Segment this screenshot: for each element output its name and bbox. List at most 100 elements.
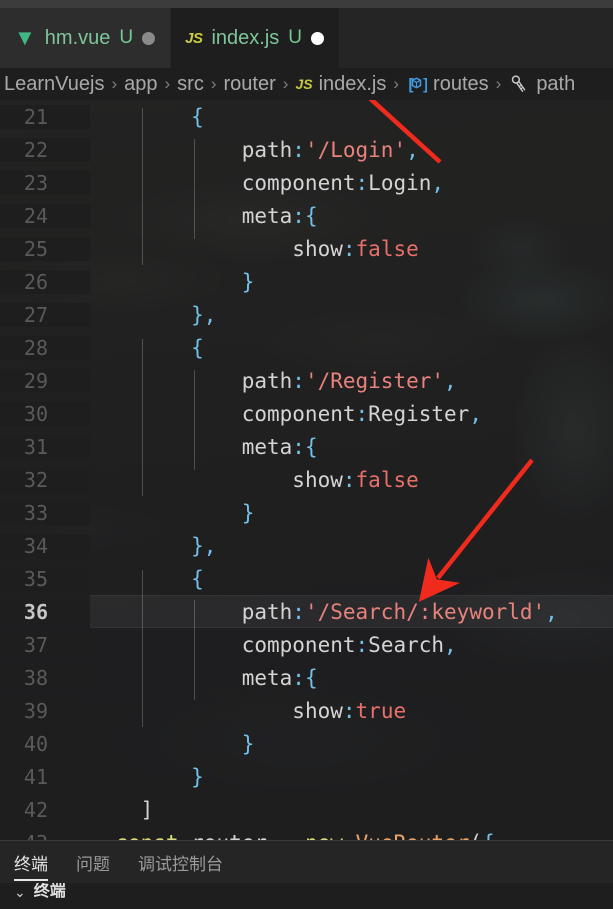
code-line[interactable]: 40 } — [0, 727, 613, 760]
code-token: ( — [469, 831, 482, 841]
code-text: { — [90, 336, 204, 360]
breadcrumb-item-label: path — [536, 72, 576, 95]
code-token: new — [305, 831, 343, 841]
code-text: ] — [90, 797, 154, 822]
code-token: meta — [241, 203, 293, 228]
breadcrumb-item-routes[interactable]: [ ] routes — [406, 73, 489, 96]
code-line[interactable]: 37 component:Search, — [0, 628, 613, 661]
chevron-down-icon[interactable]: ⌄ — [14, 884, 26, 901]
code-line[interactable]: 33 } — [0, 496, 613, 529]
tab-bar-empty-area — [340, 8, 613, 68]
code-line[interactable]: 30 component:Register, — [0, 397, 613, 430]
breadcrumb-item-index-js[interactable]: JS index.js — [295, 73, 386, 96]
code-token: Search — [368, 632, 445, 657]
code-token: , — [444, 368, 457, 393]
code-line[interactable]: 29 path:'/Register', — [0, 364, 613, 397]
line-number: 38 — [0, 665, 90, 690]
code-line[interactable]: 21 { — [0, 100, 613, 133]
code-token: component — [241, 401, 356, 426]
code-token: ] — [140, 797, 154, 822]
code-line[interactable]: 31 meta:{ — [0, 430, 613, 463]
code-line[interactable]: 39 show:true — [0, 694, 613, 727]
breadcrumb-separator-icon: › — [282, 74, 289, 93]
code-token: path — [241, 599, 293, 624]
svg-text:[: [ — [406, 75, 416, 94]
code-token: : — [355, 401, 369, 426]
js-file-icon: JS — [295, 76, 313, 92]
tab-hm-vue[interactable]: ▼ hm.vue U — [0, 8, 172, 68]
code-line[interactable]: 35 { — [0, 562, 613, 595]
panel-tab-problems[interactable]: 问题 — [76, 841, 110, 883]
code-line[interactable]: 24 meta:{ — [0, 199, 613, 232]
tab-unsaved-dot[interactable] — [142, 31, 156, 45]
panel-tab-terminal[interactable]: 终端 — [14, 841, 48, 883]
code-line[interactable]: 32 show:false — [0, 463, 613, 496]
code-token: : — [292, 137, 305, 162]
code-line[interactable]: 43 const router = new VueRouter({ — [0, 826, 613, 840]
line-number: 41 — [0, 764, 90, 789]
code-editor[interactable]: 21 {22 path:'/Login', 23 component:Login,… — [0, 100, 613, 840]
line-number: 34 — [0, 533, 90, 558]
code-token: : — [342, 698, 356, 723]
code-token: const — [115, 831, 178, 841]
panel-tab-debug-console[interactable]: 调试控制台 — [138, 841, 223, 883]
code-line[interactable]: 23 component:Login, — [0, 166, 613, 199]
breadcrumb-item-src[interactable]: src — [177, 73, 204, 96]
code-text: component:Login, — [90, 171, 444, 195]
code-token: } — [241, 731, 255, 756]
terminal-content[interactable]: ⌄ 终端 — [0, 883, 613, 901]
code-line[interactable]: 26 } — [0, 265, 613, 298]
breadcrumb-separator-icon: › — [164, 74, 171, 93]
breadcrumb-separator-icon: › — [393, 74, 400, 93]
code-text: path:'/Register', — [90, 369, 457, 393]
line-number: 39 — [0, 698, 90, 723]
code-line[interactable]: 42 ] — [0, 793, 613, 826]
js-file-icon: JS — [185, 29, 203, 47]
code-line[interactable]: 41 } — [0, 760, 613, 793]
code-token: Login — [368, 170, 432, 195]
code-token: : — [292, 434, 305, 459]
code-text: }, — [90, 534, 216, 558]
code-token: Register — [368, 401, 470, 426]
code-token: VueRouter — [356, 831, 470, 841]
breadcrumb-item-label: index.js — [318, 72, 387, 95]
tab-index-js[interactable]: JS index.js U — [171, 8, 341, 68]
code-token: }, — [191, 533, 217, 558]
code-token: , — [545, 599, 558, 624]
breadcrumb-item-path[interactable]: path — [508, 73, 575, 96]
code-text: meta:{ — [90, 204, 318, 228]
code-token: show — [292, 236, 343, 261]
code-line[interactable]: 36 path:'/Search/:keyworld', — [0, 595, 613, 628]
code-line[interactable]: 27 }, — [0, 298, 613, 331]
code-lines[interactable]: 21 {22 path:'/Login', 23 component:Login,… — [0, 100, 613, 840]
editor-tab-bar: ▼ hm.vue U JS index.js U — [0, 8, 613, 68]
code-token: false — [355, 236, 419, 261]
line-number: 32 — [0, 467, 90, 492]
code-token: router — [179, 831, 280, 841]
tab-unsaved-dot[interactable] — [311, 31, 325, 45]
breadcrumb-item-learnvuejs[interactable]: LearnVuejs — [4, 73, 104, 96]
code-line[interactable]: 25 show:false — [0, 232, 613, 265]
code-line[interactable]: 28 { — [0, 331, 613, 364]
code-token: }, — [191, 302, 217, 327]
code-line[interactable]: 22 path:'/Login', — [0, 133, 613, 166]
code-token: : — [342, 467, 356, 492]
code-text: path:'/Search/:keyworld', — [90, 600, 558, 624]
code-line[interactable]: 38 meta:{ — [0, 661, 613, 694]
code-text: component:Search, — [90, 633, 457, 657]
breadcrumb-item-app[interactable]: app — [124, 73, 157, 96]
code-line[interactable]: 34 }, — [0, 529, 613, 562]
wrench-property-icon-svg — [512, 75, 526, 93]
tab-status-badge: U — [288, 27, 303, 48]
breadcrumb-item-router[interactable]: router — [224, 73, 276, 96]
tab-label: index.js — [211, 26, 280, 49]
code-token: , — [431, 170, 445, 195]
